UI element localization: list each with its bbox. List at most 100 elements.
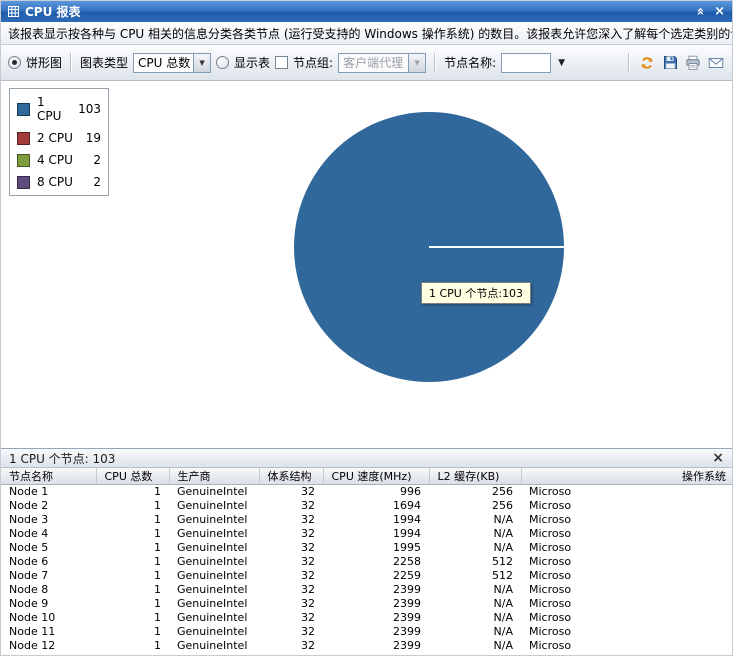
cell-name: Node 1 <box>1 485 96 500</box>
table-row[interactable]: Node 71GenuineIntel322259512Microso <box>1 569 732 583</box>
cell-cpu: 1 <box>96 499 169 513</box>
pie-slice[interactable] <box>294 112 564 382</box>
cell-manufacturer: GenuineIntel <box>169 499 259 513</box>
cell-manufacturer: GenuineIntel <box>169 569 259 583</box>
cell-cpu: 1 <box>96 583 169 597</box>
cell-manufacturer: GenuineIntel <box>169 583 259 597</box>
cell-speed: 1994 <box>323 527 429 541</box>
cell-name: Node 4 <box>1 527 96 541</box>
cell-name: Node 2 <box>1 499 96 513</box>
pie-chart-radio-label[interactable]: 饼形图 <box>26 54 62 71</box>
legend-item[interactable]: 2 CPU 19 <box>17 131 101 145</box>
table-row[interactable]: Node 81GenuineIntel322399N/AMicroso <box>1 583 732 597</box>
cell-os: Microso <box>521 597 732 611</box>
cell-os: Microso <box>521 513 732 527</box>
print-icon[interactable] <box>684 54 702 72</box>
node-group-checkbox[interactable] <box>275 56 288 69</box>
column-header-os[interactable]: 操作系统 <box>521 468 732 485</box>
cell-arch: 32 <box>259 513 323 527</box>
chart-type-value: CPU 总数 <box>134 54 193 71</box>
cell-cpu: 1 <box>96 527 169 541</box>
node-name-input[interactable] <box>501 53 551 73</box>
chart-type-label: 图表类型 <box>80 54 128 71</box>
cell-cpu: 1 <box>96 611 169 625</box>
show-table-radio-label[interactable]: 显示表 <box>234 54 270 71</box>
cell-arch: 32 <box>259 625 323 639</box>
cell-os: Microso <box>521 569 732 583</box>
legend-value: 19 <box>86 131 101 145</box>
cell-cpu: 1 <box>96 597 169 611</box>
legend: 1 CPU 103 2 CPU 19 4 CPU2 8 CPU2 <box>9 88 109 196</box>
column-header-cpu[interactable]: CPU 总数 <box>96 468 169 485</box>
column-header-l2[interactable]: L2 缓存(KB) <box>429 468 521 485</box>
details-close-icon[interactable]: × <box>712 451 724 465</box>
table-row[interactable]: Node 41GenuineIntel321994N/AMicroso <box>1 527 732 541</box>
legend-value: 103 <box>78 102 101 116</box>
legend-item[interactable]: 8 CPU2 <box>17 175 101 189</box>
cell-manufacturer: GenuineIntel <box>169 541 259 555</box>
cpu-report-window: CPU 报表 « × 该报表显示按各种与 CPU 相关的信息分类各类节点 (运行… <box>0 0 733 656</box>
chart-tooltip: 1 CPU 个节点:103 <box>421 282 531 304</box>
table-row[interactable]: Node 51GenuineIntel321995N/AMicroso <box>1 541 732 555</box>
cell-arch: 32 <box>259 485 323 500</box>
table-body: Node 11GenuineIntel32996256MicrosoNode 2… <box>1 485 732 654</box>
cell-speed: 2399 <box>323 583 429 597</box>
cell-l2: 256 <box>429 499 521 513</box>
cell-arch: 32 <box>259 583 323 597</box>
report-description: 该报表显示按各种与 CPU 相关的信息分类各类节点 (运行受支持的 Window… <box>8 25 732 42</box>
legend-label: 1 CPU <box>37 95 71 123</box>
collapse-icon[interactable]: « <box>693 7 706 15</box>
table-row[interactable]: Node 61GenuineIntel322258512Microso <box>1 555 732 569</box>
cell-speed: 2258 <box>323 555 429 569</box>
titlebar: CPU 报表 « × <box>1 1 732 22</box>
table-row[interactable]: Node 11GenuineIntel32996256Microso <box>1 485 732 500</box>
cell-l2: 512 <box>429 555 521 569</box>
column-header-arch[interactable]: 体系结构 <box>259 468 323 485</box>
legend-swatch <box>17 132 30 145</box>
cell-manufacturer: GenuineIntel <box>169 625 259 639</box>
column-header-speed[interactable]: CPU 速度(MHz) <box>323 468 429 485</box>
legend-item[interactable]: 4 CPU2 <box>17 153 101 167</box>
chart-type-select[interactable]: CPU 总数 ▼ <box>133 53 211 73</box>
chevron-down-icon[interactable]: ▼ <box>193 54 210 72</box>
cell-arch: 32 <box>259 527 323 541</box>
cell-os: Microso <box>521 527 732 541</box>
toolbar-separator <box>628 53 630 73</box>
cell-os: Microso <box>521 625 732 639</box>
table-row[interactable]: Node 101GenuineIntel322399N/AMicroso <box>1 611 732 625</box>
node-name-dropdown-button[interactable]: ▼ <box>558 58 565 68</box>
table-row[interactable]: Node 21GenuineIntel321694256Microso <box>1 499 732 513</box>
cell-arch: 32 <box>259 499 323 513</box>
cell-arch: 32 <box>259 555 323 569</box>
node-group-select: 客户端代理 ▼ <box>338 53 426 73</box>
cell-name: Node 11 <box>1 625 96 639</box>
description-bar: 该报表显示按各种与 CPU 相关的信息分类各类节点 (运行受支持的 Window… <box>1 22 732 45</box>
cell-speed: 1694 <box>323 499 429 513</box>
email-icon[interactable] <box>707 54 725 72</box>
legend-label: 2 CPU <box>37 131 73 145</box>
legend-swatch <box>17 103 30 116</box>
cell-l2: 512 <box>429 569 521 583</box>
close-icon[interactable]: × <box>714 5 725 18</box>
show-table-radio[interactable] <box>216 56 229 69</box>
refresh-icon[interactable] <box>638 54 656 72</box>
cell-l2: N/A <box>429 513 521 527</box>
node-group-label[interactable]: 节点组: <box>293 54 333 71</box>
cell-l2: N/A <box>429 639 521 653</box>
column-header-name[interactable]: 节点名称 <box>1 468 96 485</box>
cell-cpu: 1 <box>96 485 169 500</box>
legend-label: 4 CPU <box>37 153 73 167</box>
table-row[interactable]: Node 31GenuineIntel321994N/AMicroso <box>1 513 732 527</box>
legend-item[interactable]: 1 CPU 103 <box>17 95 101 123</box>
table-row[interactable]: Node 111GenuineIntel322399N/AMicroso <box>1 625 732 639</box>
pie-chart-radio[interactable] <box>8 56 21 69</box>
cell-cpu: 1 <box>96 569 169 583</box>
table-row[interactable]: Node 91GenuineIntel322399N/AMicroso <box>1 597 732 611</box>
cell-cpu: 1 <box>96 513 169 527</box>
save-icon[interactable] <box>661 54 679 72</box>
table-row[interactable]: Node 121GenuineIntel322399N/AMicroso <box>1 639 732 653</box>
cell-manufacturer: GenuineIntel <box>169 597 259 611</box>
details-panel-header: 1 CPU 个节点: 103 × <box>1 448 732 468</box>
cell-l2: N/A <box>429 527 521 541</box>
column-header-manufacturer[interactable]: 生产商 <box>169 468 259 485</box>
